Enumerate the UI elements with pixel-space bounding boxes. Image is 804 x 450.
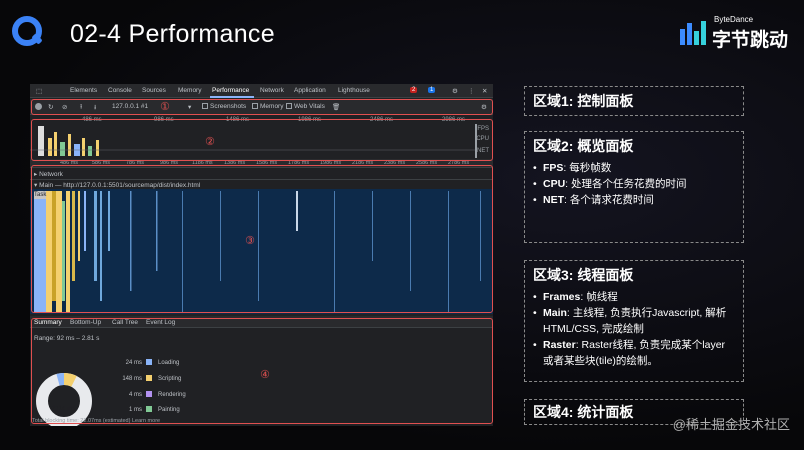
- region-2-box: [31, 119, 493, 161]
- devtools-tabbar: ⬚ Elements Console Sources Memory Perfor…: [30, 84, 493, 98]
- info-item: CPU: 处理各个任务花费的时间: [533, 176, 735, 192]
- region-4-number: ④: [260, 369, 270, 381]
- info-box-region-3: 区域3: 线程面板 Frames: 帧线程 Main: 主线程, 负责执行Jav…: [524, 260, 744, 382]
- settings-gear-icon[interactable]: ⚙: [452, 87, 458, 95]
- device-toggle-icon[interactable]: ⬚: [36, 87, 42, 95]
- tab-memory[interactable]: Memory: [178, 87, 201, 94]
- info-box-region-1: 区域1: 控制面板: [524, 86, 744, 116]
- slide: 02-4 Performance ByteDance 字节跳动 ⬚ Elemen…: [0, 0, 804, 450]
- info-item: Frames: 帧线程: [533, 289, 735, 305]
- region-1-number: ①: [160, 101, 170, 113]
- slide-title: 02-4 Performance: [70, 20, 275, 48]
- error-badge[interactable]: 2: [410, 87, 418, 93]
- tab-application[interactable]: Application: [294, 87, 326, 94]
- juejin-watermark: @稀土掘金技术社区: [672, 417, 790, 432]
- tab-performance[interactable]: Performance: [212, 87, 249, 94]
- info-title: 区域3: 线程面板: [533, 267, 634, 283]
- info-item: FPS: 每秒帧数: [533, 160, 735, 176]
- info-title: 区域1: 控制面板: [533, 93, 634, 109]
- region-2-number: ②: [205, 136, 215, 148]
- brand-small-text: ByteDance: [714, 15, 754, 24]
- region-3-number: ③: [245, 235, 255, 247]
- brand-big-text: 字节跳动: [712, 30, 789, 51]
- tab-network[interactable]: Network: [260, 87, 284, 94]
- bytedance-bars-icon: [680, 21, 706, 45]
- message-badge[interactable]: 1: [428, 87, 436, 93]
- bytedance-logo: ByteDance 字节跳动: [680, 15, 790, 51]
- info-item: Main: 主线程, 负责执行Javascript, 解析HTML/CSS, 完…: [533, 305, 735, 337]
- region-1-box: [31, 99, 493, 115]
- info-item: Raster: Raster线程, 负责完成某个layer或者某些块(tile)…: [533, 337, 735, 369]
- tab-lighthouse[interactable]: Lighthouse: [338, 87, 370, 94]
- tab-console[interactable]: Console: [108, 87, 132, 94]
- active-tab-underline: [210, 96, 254, 98]
- region-3-box: [31, 165, 493, 313]
- close-devtools-icon[interactable]: ✕: [482, 87, 487, 95]
- tab-elements[interactable]: Elements: [70, 87, 97, 94]
- tab-sources[interactable]: Sources: [142, 87, 166, 94]
- q-logo-icon: [12, 16, 42, 46]
- info-box-region-2: 区域2: 概览面板 FPS: 每秒帧数 CPU: 处理各个任务花费的时间 NET…: [524, 131, 744, 243]
- info-item: NET: 各个请求花费时间: [533, 192, 735, 208]
- more-menu-icon[interactable]: ⋮: [468, 87, 475, 95]
- info-title: 区域2: 概览面板: [533, 138, 634, 154]
